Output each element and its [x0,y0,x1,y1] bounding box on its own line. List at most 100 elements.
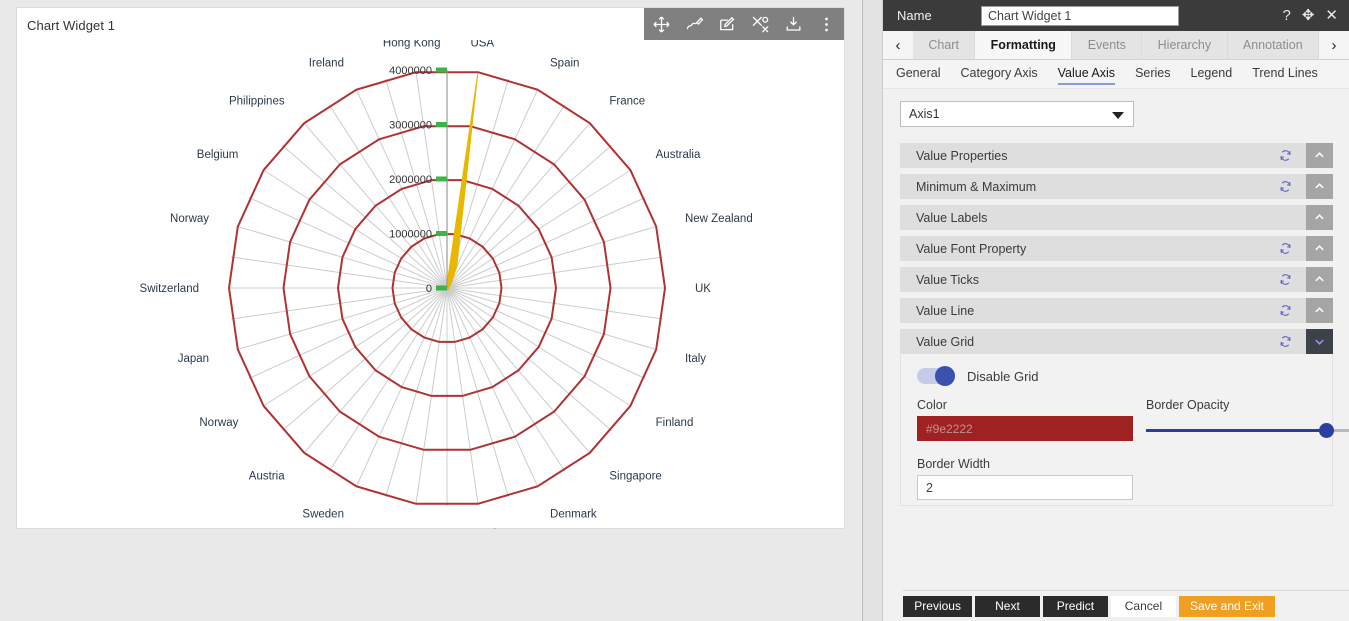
border-opacity-field: Border Opacity [1146,398,1349,438]
accordion-header[interactable]: Value Grid [900,329,1306,354]
svg-text:Hong Kong: Hong Kong [383,40,441,50]
slider-thumb[interactable] [1319,423,1335,438]
accordion-label: Value Labels [916,210,988,225]
chevron-down-icon [1112,112,1124,119]
svg-text:3000000: 3000000 [389,120,432,132]
accordion-chevron-up-icon[interactable] [1306,236,1333,261]
svg-text:Singapore: Singapore [609,470,661,482]
chart-widget-card: Chart Widget 1 0 1000000 2000000 3000000… [16,7,845,529]
refresh-icon[interactable] [1279,242,1292,255]
accordion-chevron-up-icon[interactable] [1306,267,1333,292]
accordion-header[interactable]: Minimum & Maximum [900,174,1306,199]
svg-text:4000000: 4000000 [389,65,432,77]
border-width-label: Border Width [917,457,990,471]
accordion-item-minimum-maximum[interactable]: Minimum & Maximum [900,174,1333,199]
axis-select[interactable]: Axis1 [900,101,1134,127]
accordion-chevron-up-icon[interactable] [1306,205,1333,230]
accordion-chevron-up-icon[interactable] [1306,174,1333,199]
accordion-chevron-up-icon[interactable] [1306,298,1333,323]
move-icon[interactable] [652,15,671,34]
main-tab-bar: ‹ Chart Formatting Events Hierarchy Anno… [883,31,1349,60]
radar-chart: 0 1000000 2000000 3000000 4000000 USA Spain Fra… [140,40,753,529]
subtab-general[interactable]: General [896,66,940,82]
accordion-list: Value Properties Minimum & Maximum Value… [900,143,1333,354]
more-vertical-icon[interactable] [817,15,836,34]
name-label: Name [897,8,932,23]
refresh-icon[interactable] [1279,180,1292,193]
svg-text:France: France [609,96,645,108]
close-icon[interactable]: ✕ [1325,8,1338,23]
chart-widget-toolbar [644,8,844,40]
previous-button[interactable]: Previous [903,595,972,617]
refresh-icon[interactable] [1279,304,1292,317]
accordion-item-value-line[interactable]: Value Line [900,298,1333,323]
sub-tab-bar: General Category Axis Value Axis Series … [883,60,1349,89]
accordion-header[interactable]: Value Font Property [900,236,1306,261]
axis-select-value: Axis1 [909,107,940,121]
subtab-trend-lines[interactable]: Trend Lines [1252,66,1318,82]
name-input[interactable] [981,5,1179,26]
accordion-chevron-up-icon[interactable] [1306,143,1333,168]
border-opacity-label: Border Opacity [1146,398,1230,412]
svg-text:Spain: Spain [550,57,579,69]
accordion-header[interactable]: Value Properties [900,143,1306,168]
refresh-icon[interactable] [1279,149,1292,162]
svg-text:Denmark: Denmark [550,509,597,521]
toggle-knob [935,366,955,386]
cancel-button[interactable]: Cancel [1110,595,1176,617]
svg-text:1000000: 1000000 [389,229,432,241]
svg-text:Finland: Finland [656,417,694,429]
accordion-item-value-properties[interactable]: Value Properties [900,143,1333,168]
disable-grid-label: Disable Grid [967,368,1039,384]
predict-button[interactable]: Predict [1042,595,1108,617]
refresh-icon[interactable] [1279,273,1292,286]
svg-text:Belgium: Belgium [197,149,239,161]
accordion-item-value-grid[interactable]: Value Grid [900,329,1333,354]
accordion-item-value-font-property[interactable]: Value Font Property [900,236,1333,261]
color-swatch[interactable]: #9e2222 [917,416,1133,441]
accordion-label: Minimum & Maximum [916,179,1037,194]
chart-pane: Chart Widget 1 0 1000000 2000000 3000000… [0,0,862,621]
svg-text:USA: USA [470,40,494,50]
disable-grid-row: Disable Grid [917,366,1316,386]
border-opacity-slider[interactable] [1146,423,1349,438]
accordion-label: Value Ticks [916,272,979,287]
tabs-next-arrow-icon[interactable]: › [1319,31,1349,59]
subtab-series[interactable]: Series [1135,66,1170,82]
save-and-exit-button[interactable]: Save and Exit [1178,595,1275,617]
tab-annotation[interactable]: Annotation [1227,31,1320,59]
svg-text:2000000: 2000000 [389,174,432,186]
tabs-prev-arrow-icon[interactable]: ‹ [883,31,913,59]
tools-icon[interactable] [751,15,770,34]
border-width-input[interactable] [917,475,1133,500]
panel-titlebar: Name ? ✥ ✕ [883,0,1349,31]
svg-text:Norway: Norway [170,213,209,225]
subtab-category-axis[interactable]: Category Axis [960,66,1037,82]
subtab-legend[interactable]: Legend [1191,66,1233,82]
svg-text:Germany: Germany [388,528,436,529]
next-button[interactable]: Next [974,595,1040,617]
refresh-icon[interactable] [1279,335,1292,348]
tab-hierarchy[interactable]: Hierarchy [1142,31,1228,59]
tab-chart[interactable]: Chart [913,31,976,59]
disable-grid-toggle[interactable] [917,366,955,386]
border-width-field: Border Width [917,457,1133,500]
subtab-value-axis[interactable]: Value Axis [1057,66,1116,85]
accordion-header[interactable]: Value Ticks [900,267,1306,292]
accordion-header[interactable]: Value Line [900,298,1306,323]
edit-icon[interactable] [718,15,737,34]
move-icon[interactable]: ✥ [1302,8,1315,23]
accordion-item-value-ticks[interactable]: Value Ticks [900,267,1333,292]
tab-formatting[interactable]: Formatting [975,31,1073,59]
accordion-header[interactable]: Value Labels [900,205,1306,230]
download-icon[interactable] [784,15,803,34]
panel-footer: Previous Next Predict Cancel Save and Ex… [903,590,1349,621]
tab-events[interactable]: Events [1072,31,1143,59]
svg-text:Austria: Austria [249,470,285,482]
svg-text:0: 0 [426,283,432,295]
accordion-chevron-down-icon[interactable] [1306,329,1333,354]
svg-text:New Zealand: New Zealand [685,213,753,225]
scribble-icon[interactable] [685,15,704,34]
help-icon[interactable]: ? [1283,8,1291,23]
accordion-item-value-labels[interactable]: Value Labels [900,205,1333,230]
